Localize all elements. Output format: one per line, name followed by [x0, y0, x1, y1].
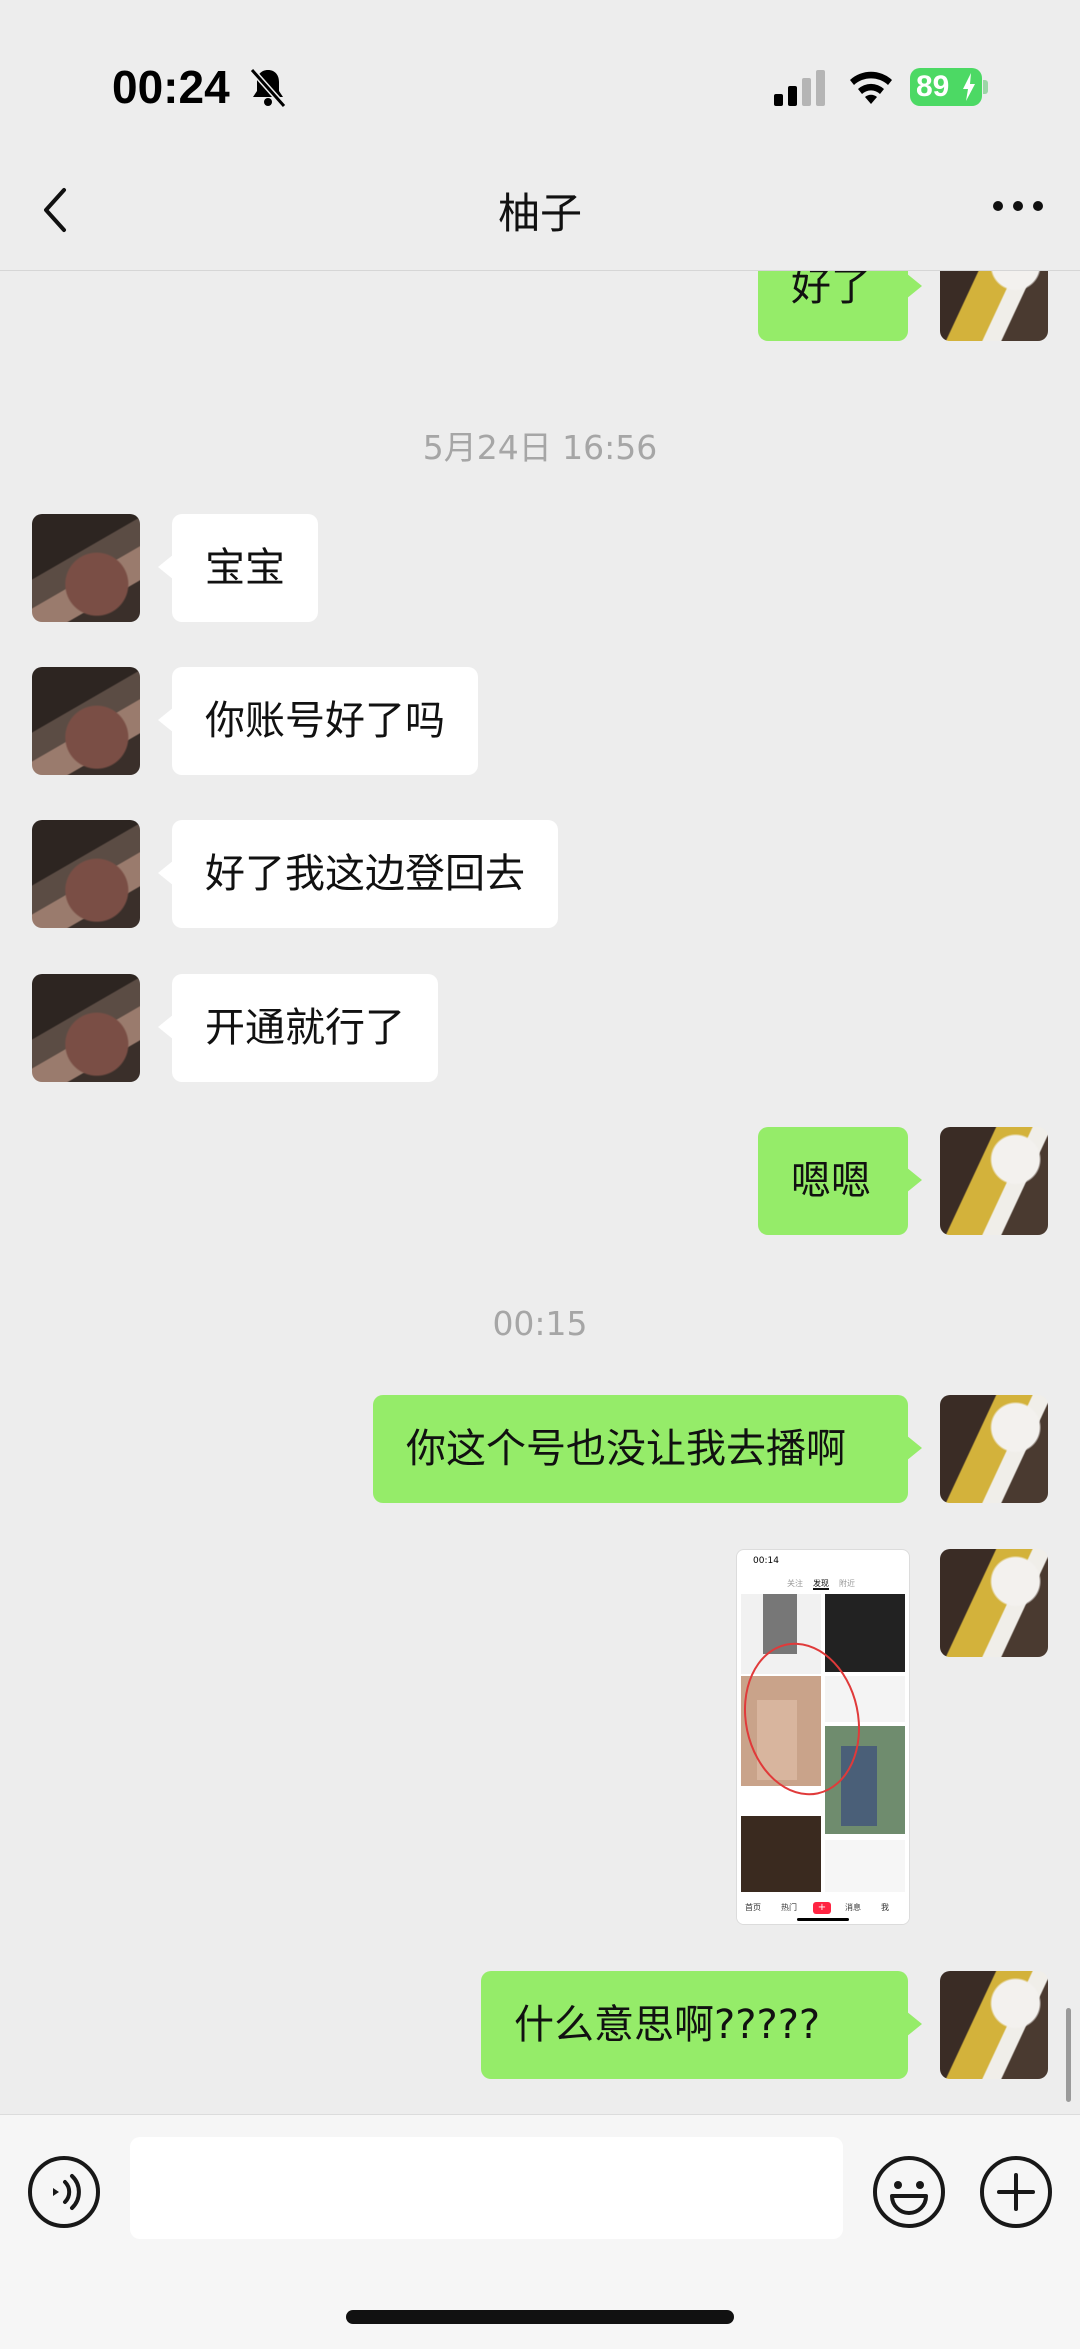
contact-avatar[interactable] — [32, 667, 140, 775]
message-bubble[interactable]: 好了我这边登回去 — [158, 820, 558, 928]
message-bubble[interactable]: 开通就行了 — [158, 974, 438, 1082]
chat-header: 柚子 — [0, 150, 1080, 271]
message-timestamp: 00:15 — [492, 1304, 588, 1343]
chat-title: 柚子 — [497, 189, 582, 238]
contact-avatar[interactable] — [32, 820, 140, 928]
scrollbar[interactable] — [1066, 2008, 1071, 2102]
image-message[interactable]: 00:14 关注 发现 附近 首页 热门 + 消息 我 — [736, 1549, 910, 1925]
my-avatar[interactable] — [940, 1971, 1048, 2079]
message-bubble[interactable]: 你这个号也没让我去播啊 — [373, 1395, 922, 1503]
screenshot-time: 00:14 — [753, 1556, 779, 1566]
contact-avatar[interactable] — [32, 514, 140, 622]
status-time: 00:24 — [112, 61, 230, 113]
bell-muted-icon — [249, 68, 287, 108]
emoji-icon[interactable] — [872, 2155, 946, 2229]
voice-icon[interactable] — [27, 2155, 101, 2229]
message-bubble[interactable]: 宝宝 — [158, 514, 318, 622]
screenshot-tabs: 关注 发现 附近 — [787, 1579, 855, 1590]
message-bubble[interactable]: 好了 — [758, 271, 922, 341]
wifi-icon — [850, 71, 892, 104]
my-avatar[interactable] — [940, 271, 1048, 341]
battery-charging-icon: 89 — [910, 68, 982, 106]
cellular-signal-icon — [774, 70, 825, 106]
message-timestamp: 5月24日 16:56 — [422, 428, 658, 467]
screenshot-nav: 首页 热门 + 消息 我 — [737, 1896, 909, 1924]
message-bubble[interactable]: 什么意思啊????? — [481, 1971, 922, 2079]
home-indicator — [346, 2310, 734, 2324]
my-avatar[interactable] — [940, 1127, 1048, 1235]
plus-circle-icon[interactable] — [979, 2155, 1053, 2229]
contact-avatar[interactable] — [32, 974, 140, 1082]
message-input[interactable] — [130, 2137, 843, 2239]
my-avatar[interactable] — [940, 1549, 1048, 1657]
ellipsis-icon[interactable] — [992, 194, 1044, 218]
message-bubble[interactable]: 你账号好了吗 — [158, 667, 478, 775]
message-bubble[interactable]: 嗯嗯 — [758, 1127, 922, 1235]
battery-level: 89 — [916, 70, 950, 103]
my-avatar[interactable] — [940, 1395, 1048, 1503]
message-list[interactable]: 好了 5月24日 16:56 宝宝 你账号好了吗 好了我这边登回去 开通就行了 … — [0, 271, 1080, 2113]
